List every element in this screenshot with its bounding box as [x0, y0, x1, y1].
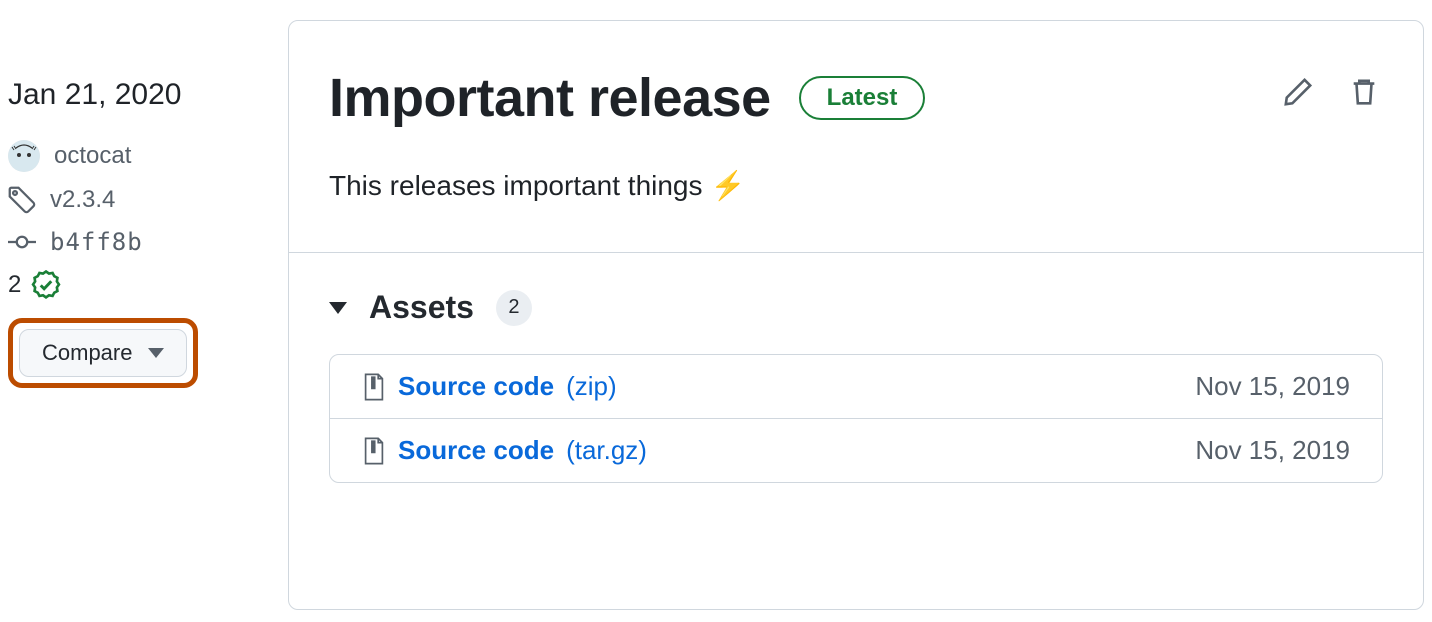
chevron-down-icon [148, 348, 164, 358]
assets-section: Assets 2 Source code (zip) Nov 15, 2019 … [289, 253, 1423, 483]
release-body-text: This releases important things [329, 170, 703, 202]
release-sidebar: Jan 21, 2020 octocat v2.3.4 b4ff8b 2 Com… [8, 20, 280, 610]
delete-button[interactable] [1345, 73, 1383, 114]
release-body: This releases important things ⚡ [289, 169, 1423, 252]
pencil-icon [1283, 77, 1313, 107]
compare-highlight: Compare [8, 318, 198, 388]
edit-button[interactable] [1279, 73, 1317, 114]
compare-button[interactable]: Compare [19, 329, 187, 377]
asset-ext: (tar.gz) [566, 435, 647, 466]
caret-down-icon [329, 302, 347, 314]
asset-row: Source code (tar.gz) Nov 15, 2019 [330, 418, 1382, 482]
author-row[interactable]: octocat [8, 140, 280, 172]
verified-count: 2 [8, 271, 21, 299]
tag-icon [8, 186, 36, 214]
release-panel: Important release Latest This releases i… [288, 20, 1424, 610]
asset-date: Nov 15, 2019 [1195, 435, 1350, 466]
commit-row[interactable]: b4ff8b [8, 228, 280, 256]
verified-row[interactable]: 2 [8, 270, 280, 300]
verified-icon [31, 270, 61, 300]
release-title: Important release [329, 67, 771, 129]
release-date: Jan 21, 2020 [8, 78, 280, 112]
commit-icon [8, 228, 36, 256]
assets-list: Source code (zip) Nov 15, 2019 Source co… [329, 354, 1383, 483]
assets-toggle[interactable]: Assets 2 [329, 289, 1383, 326]
asset-row: Source code (zip) Nov 15, 2019 [330, 355, 1382, 418]
avatar [8, 140, 40, 172]
zip-icon [362, 373, 386, 401]
asset-link[interactable]: Source code [398, 371, 554, 402]
asset-link[interactable]: Source code [398, 435, 554, 466]
trash-icon [1349, 77, 1379, 107]
asset-date: Nov 15, 2019 [1195, 371, 1350, 402]
zip-icon [362, 437, 386, 465]
latest-badge: Latest [799, 76, 926, 120]
lightning-icon: ⚡ [711, 169, 746, 202]
assets-count: 2 [496, 290, 532, 326]
asset-ext: (zip) [566, 371, 617, 402]
tag-row[interactable]: v2.3.4 [8, 186, 280, 214]
tag-name: v2.3.4 [50, 186, 115, 214]
author-name: octocat [54, 142, 131, 170]
commit-hash: b4ff8b [50, 228, 143, 256]
release-actions [1279, 67, 1383, 114]
compare-label: Compare [42, 340, 132, 366]
assets-heading: Assets [369, 289, 474, 326]
